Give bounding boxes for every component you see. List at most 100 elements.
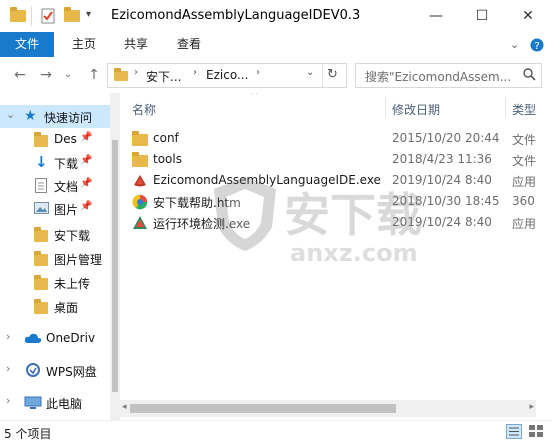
expand-ribbon-icon[interactable]: ⌄ — [510, 32, 519, 57]
sort-up-icon: ^ — [250, 93, 259, 101]
address-dropdown-icon[interactable]: ⌄ — [306, 67, 314, 78]
ribbon: 文件 主页 共享 查看 ⌄ ? — [0, 32, 552, 58]
large-icons-view-icon[interactable] — [528, 424, 544, 442]
navigation-row: ← → ⌄ ↑ › 安下... › Ezico... › ⌄ ↻ 搜索"Ezic… — [0, 57, 552, 93]
tab-file[interactable]: 文件 — [0, 32, 54, 57]
help-icon[interactable]: ? — [530, 32, 544, 57]
sidebar-item-label: WPS网盘 — [46, 365, 97, 379]
pin-icon[interactable]: 📌 — [80, 132, 92, 143]
navigation-pane: ⌄ ★ 快速访问 Des 📌 ↓ 下载 📌 文档 📌 图片 📌 安下载 图片管理… — [0, 93, 110, 420]
sidebar-item-downloads[interactable]: ↓ 下载 📌 — [0, 151, 110, 174]
file-date: 2018/4/23 11:36 — [392, 152, 492, 166]
chevron-right-icon[interactable]: › — [6, 362, 10, 375]
chevron-down-icon[interactable]: ⌄ — [6, 108, 15, 121]
minimize-button[interactable]: — — [413, 0, 459, 32]
tab-share[interactable]: 共享 — [124, 32, 148, 57]
sidebar-item-label: OneDriv — [46, 331, 96, 345]
back-arrow-icon[interactable]: ← — [10, 65, 30, 85]
divider — [31, 6, 32, 26]
forward-arrow-icon[interactable]: → — [36, 65, 56, 85]
star-icon: ★ — [24, 108, 37, 124]
sidebar-item-desktop[interactable]: Des 📌 — [0, 128, 110, 151]
folder-icon — [34, 132, 50, 147]
document-icon — [35, 178, 47, 196]
sidebar-item-wps[interactable]: › WPS网盘 — [0, 359, 110, 382]
breadcrumb-item[interactable]: Ezico... — [206, 68, 248, 82]
recent-dropdown-icon[interactable]: ⌄ — [58, 65, 78, 85]
chevron-right-icon[interactable]: › — [193, 67, 197, 78]
wps-cloud-icon — [25, 363, 41, 380]
pin-icon[interactable]: 📌 — [80, 201, 92, 212]
sidebar-item-label: 此电脑 — [46, 397, 83, 411]
column-divider[interactable] — [505, 97, 506, 117]
pin-icon[interactable]: 📌 — [80, 178, 92, 189]
details-view-icon[interactable] — [506, 424, 522, 442]
item-count: 5 个项目 — [4, 427, 52, 441]
divider — [322, 64, 323, 87]
htm-browser-icon — [132, 194, 148, 210]
sidebar-item-pictures[interactable]: 图片 📌 — [0, 197, 110, 220]
folder-icon — [132, 152, 148, 168]
scroll-right-icon[interactable]: ▸ — [529, 402, 534, 412]
search-box[interactable]: 搜索"EzicomondAssem... — [355, 63, 542, 88]
search-icon[interactable] — [522, 67, 536, 84]
pictures-icon — [34, 202, 49, 217]
folder-icon — [132, 131, 148, 147]
sidebar-scrollbar-thumb[interactable] — [112, 140, 118, 392]
horizontal-scrollbar-thumb[interactable] — [130, 404, 396, 413]
folder-icon — [10, 7, 26, 24]
sidebar-item-this-pc[interactable]: › 此电脑 — [0, 391, 110, 414]
folder-icon — [34, 227, 50, 242]
close-button[interactable]: ✕ — [505, 0, 551, 32]
column-header-name[interactable]: 名称 — [132, 101, 156, 118]
scroll-left-icon[interactable]: ◂ — [122, 402, 127, 412]
new-folder-icon[interactable] — [64, 7, 80, 24]
download-arrow-icon: ↓ — [35, 153, 48, 171]
chevron-right-icon[interactable]: › — [6, 394, 10, 407]
watermark-subtext: anxz.com — [290, 239, 418, 267]
content-scrollbar[interactable] — [536, 93, 552, 420]
sidebar-item-not-uploaded[interactable]: 未上传 — [0, 271, 110, 294]
sidebar-item-anxz[interactable]: 安下载 — [0, 223, 110, 246]
chevron-right-icon[interactable]: › — [256, 67, 260, 78]
exe-check-icon — [132, 215, 148, 231]
sidebar-item-documents[interactable]: 文档 📌 — [0, 174, 110, 197]
sidebar-item-label: 未上传 — [54, 277, 91, 291]
sidebar-item-label: 下载 — [54, 157, 79, 171]
svg-text:?: ? — [534, 41, 539, 52]
refresh-icon[interactable]: ↻ — [327, 67, 338, 82]
dropdown-arrow-icon[interactable]: ▾ — [86, 9, 102, 25]
folder-icon — [34, 275, 50, 290]
sidebar-item-label: 文档 — [54, 180, 79, 194]
tab-view[interactable]: 查看 — [177, 32, 201, 57]
sidebar-item-quick-access[interactable]: ⌄ ★ 快速访问 — [0, 105, 110, 128]
sidebar-item-label: 快速访问 — [44, 111, 93, 125]
cloud-icon — [24, 332, 42, 347]
shield-logo-icon — [214, 177, 276, 251]
folder-icon — [114, 68, 128, 81]
up-arrow-icon[interactable]: ↑ — [84, 65, 104, 85]
pin-icon[interactable]: 📌 — [80, 155, 92, 166]
column-divider[interactable] — [385, 97, 386, 117]
column-header-date[interactable]: 修改日期 — [392, 101, 440, 118]
tab-home[interactable]: 主页 — [72, 32, 96, 57]
folder-icon — [34, 251, 50, 266]
file-name: tools — [153, 152, 182, 166]
address-bar[interactable]: › 安下... › Ezico... › ⌄ ↻ — [107, 63, 347, 88]
column-header-type[interactable]: 类型 — [512, 101, 536, 118]
maximize-button[interactable]: ☐ — [459, 0, 505, 32]
chevron-right-icon[interactable]: › — [134, 67, 138, 78]
sidebar-item-onedrive[interactable]: › OneDriv — [0, 327, 110, 350]
file-name: conf — [153, 131, 179, 145]
chevron-right-icon[interactable]: › — [6, 330, 10, 343]
file-row[interactable]: conf 2015/10/20 20:44 文件夹 — [120, 128, 552, 149]
sidebar-item-label: 图片管理 — [54, 253, 103, 267]
sidebar-item-image-manager[interactable]: 图片管理 — [0, 247, 110, 270]
properties-check-icon[interactable] — [40, 8, 56, 24]
title-bar: ▾ EzicomondAssemblyLanguageIDEV0.3 — ☐ ✕ — [0, 0, 552, 32]
window-title: EzicomondAssemblyLanguageIDEV0.3 — [111, 8, 361, 23]
breadcrumb-item[interactable]: 安下... — [146, 68, 181, 85]
sidebar-item-desktop-cn[interactable]: 桌面 — [0, 295, 110, 318]
watermark-text: 安下载 — [284, 188, 422, 242]
file-row[interactable]: tools 2018/4/23 11:36 文件夹 — [120, 149, 552, 170]
